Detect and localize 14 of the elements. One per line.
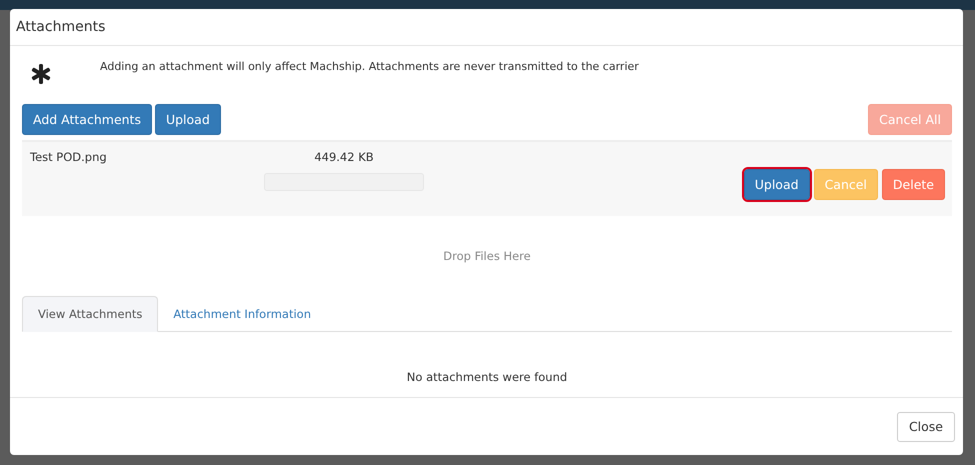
asterisk-icon (31, 64, 51, 84)
notice-text: Adding an attachment will only affect Machship. Attachments are never transmitted to the carrier (100, 60, 639, 73)
drop-zone-text: Drop Files Here (443, 249, 531, 263)
empty-message: No attachments were found (406, 370, 568, 384)
add-attachments-button[interactable]: Add Attachments (22, 104, 152, 135)
upload-button[interactable]: Upload (154, 104, 221, 135)
tab[interactable]: Attachment Information (158, 296, 326, 332)
delete-button[interactable]: Delete (882, 169, 945, 200)
tab[interactable]: View Attachments (22, 296, 158, 332)
file-name: Test POD.png (30, 150, 107, 164)
close-button[interactable]: Close (896, 412, 955, 442)
file-size: 449.42 KB (314, 150, 374, 164)
dialog-title: Attachments (16, 19, 106, 35)
upload-button[interactable]: Upload (744, 169, 810, 200)
